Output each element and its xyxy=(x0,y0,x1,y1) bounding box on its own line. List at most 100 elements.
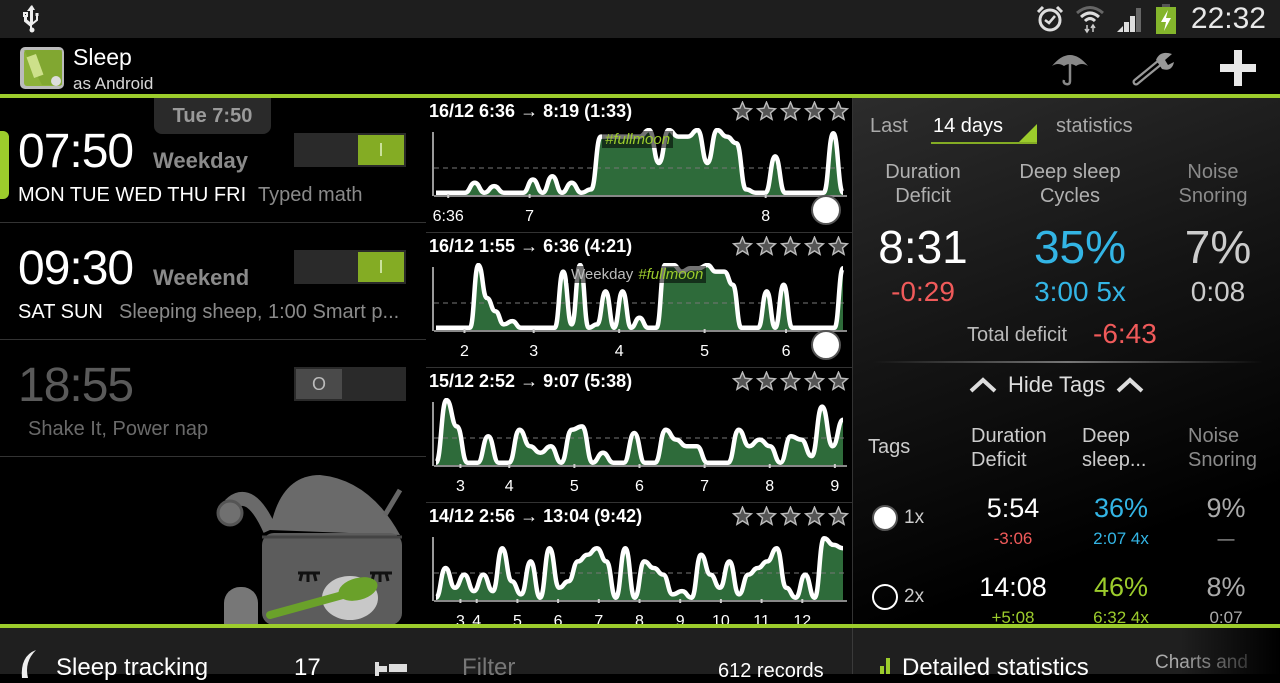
star-icon[interactable] xyxy=(804,371,825,391)
tag-noise: 9% xyxy=(1206,493,1246,523)
star-icon[interactable] xyxy=(828,506,849,526)
star-icon[interactable] xyxy=(780,371,801,391)
graph-tick-label: 9 xyxy=(830,478,840,495)
bottom-bar: Sleep tracking 17 Filter 612 records Det… xyxy=(0,628,1280,682)
sleep-graph xyxy=(432,398,847,468)
avg-duration: 8:31 xyxy=(878,221,968,273)
star-icon[interactable] xyxy=(828,101,849,121)
period-prefix: Last xyxy=(870,115,908,137)
star-icon[interactable] xyxy=(828,236,849,256)
app-subtitle: as Android xyxy=(73,74,154,93)
status-bar: 22:32 xyxy=(0,0,1280,38)
graph-tick-label: 6 xyxy=(781,343,791,360)
total-deficit-label: Total deficit xyxy=(967,324,1068,346)
bottom-separator xyxy=(852,628,853,674)
star-icon[interactable] xyxy=(732,506,753,526)
records-count: 612 records xyxy=(718,660,824,682)
graph-tick-label: 4 xyxy=(472,613,482,624)
alarm-description: Typed math xyxy=(258,184,363,206)
alarm-description: Shake It, Power nap xyxy=(28,418,209,440)
record-tag: Weekday #fullmoon xyxy=(568,266,707,283)
add-button[interactable] xyxy=(1216,48,1260,88)
tag-col-noise-header: Noise Snoring xyxy=(1188,424,1280,472)
stats-divider xyxy=(873,361,1263,363)
star-icon[interactable] xyxy=(756,101,777,121)
star-icon[interactable] xyxy=(756,506,777,526)
col-header-deep-sleep: Deep sleep Cycles xyxy=(1005,160,1135,208)
header-line: Deep xyxy=(1082,425,1130,447)
detailed-statistics-button[interactable]: Detailed statistics xyxy=(902,654,1089,682)
tag-deep: 46% xyxy=(1093,572,1149,602)
toggle-knob: I xyxy=(358,252,404,282)
star-icon[interactable] xyxy=(732,236,753,256)
tracking-count: 17 xyxy=(294,654,321,681)
rating-stars[interactable] xyxy=(732,371,849,391)
alarm-time: 09:30 xyxy=(18,242,134,295)
record-end-marker[interactable] xyxy=(811,195,841,225)
sleep-record[interactable]: 16/12 1:55 → 6:36 (4:21) 2 3 4 5 6 Weekday #ful… xyxy=(426,233,852,368)
tag-noise-sub: — xyxy=(1217,529,1235,548)
star-icon[interactable] xyxy=(756,371,777,391)
sleep-record[interactable]: 15/12 2:52 → 9:07 (5:38) 3 4 5 6 7 8 9 xyxy=(426,368,852,503)
sleep-record[interactable]: 16/12 6:36 → 8:19 (1:33) 6:36 7 8 #fullmoon xyxy=(426,98,852,233)
selected-alarm-indicator xyxy=(0,131,9,199)
tag-col-deep-header: Deep sleep... xyxy=(1082,424,1172,472)
alarm-item[interactable]: 09:30 Weekend I SAT SUN Sleeping sheep, … xyxy=(0,223,426,340)
alarm-toggle[interactable]: O xyxy=(294,367,406,401)
graph-tick-label: 7 xyxy=(525,208,535,225)
graph-tick-label: 5 xyxy=(512,613,522,624)
tag-deep-sub: 6:32 4x xyxy=(1093,608,1149,624)
total-deficit-value: -6:43 xyxy=(1093,318,1157,349)
sleep-record[interactable]: 14/12 2:56 → 13:04 (9:42) 3 4 5 6 7 8 9 10 11 12 xyxy=(426,503,852,624)
star-icon[interactable] xyxy=(732,101,753,121)
alarm-toggle[interactable]: I xyxy=(294,133,406,167)
star-icon[interactable] xyxy=(804,101,825,121)
period-dropdown[interactable]: 14 days xyxy=(931,110,1037,144)
graph-tick-label: 10 xyxy=(711,613,730,624)
rating-stars[interactable] xyxy=(732,236,849,256)
graph-tick-label: 7 xyxy=(594,613,604,624)
toggle-knob: I xyxy=(358,135,404,165)
star-icon[interactable] xyxy=(780,506,801,526)
star-icon[interactable] xyxy=(780,236,801,256)
rating-stars[interactable] xyxy=(732,101,849,121)
alarm-item[interactable]: 18:55 O Shake It, Power nap xyxy=(0,340,426,457)
insurance-button[interactable] xyxy=(1048,48,1092,88)
app-logo-icon[interactable] xyxy=(18,45,66,91)
settings-button[interactable] xyxy=(1132,48,1176,88)
star-icon[interactable] xyxy=(804,236,825,256)
graph-tick-label: 11 xyxy=(753,613,770,624)
avg-deep-cycles: 3:00 5x xyxy=(1034,276,1126,307)
sleep-graph xyxy=(432,536,847,603)
header-line: Snoring xyxy=(1188,449,1257,471)
status-clock: 22:32 xyxy=(1190,2,1266,35)
tag-radio[interactable] xyxy=(872,584,898,610)
header-line: Noise xyxy=(1188,425,1240,447)
rating-stars[interactable] xyxy=(732,506,849,526)
star-icon[interactable] xyxy=(732,371,753,391)
star-icon[interactable] xyxy=(756,236,777,256)
graph-tick-label: 4 xyxy=(504,478,514,495)
avg-noise: 7% xyxy=(1184,221,1252,273)
tag-radio[interactable] xyxy=(872,505,898,531)
record-title: 14/12 2:56 → 13:04 (9:42) xyxy=(429,506,643,526)
star-icon[interactable] xyxy=(804,506,825,526)
star-icon[interactable] xyxy=(780,101,801,121)
sleep-tracking-button[interactable]: Sleep tracking xyxy=(56,654,208,682)
graph-tick-label: 9 xyxy=(675,613,685,624)
graph-tick-label: 7 xyxy=(700,478,710,495)
alarm-toggle[interactable]: I xyxy=(294,250,406,284)
tag-deficit: -3:06 xyxy=(993,529,1033,548)
star-icon[interactable] xyxy=(828,371,849,391)
usb-icon xyxy=(23,5,39,33)
hide-tags-button[interactable]: Hide Tags xyxy=(968,372,1145,398)
record-end-marker[interactable] xyxy=(811,330,841,360)
tag-noise: 8% xyxy=(1206,572,1246,602)
alarm-description: Sleeping sheep, 1:00 Smart p... xyxy=(119,301,400,323)
tag-count: 2x xyxy=(904,586,925,607)
filter-button[interactable]: Filter xyxy=(462,654,515,682)
header-line: Deep sleep xyxy=(1019,161,1121,183)
tag-duration: 14:08 xyxy=(979,572,1047,602)
tag-duration: 5:54 xyxy=(986,493,1040,523)
hide-tags-label: Hide Tags xyxy=(1008,372,1106,397)
